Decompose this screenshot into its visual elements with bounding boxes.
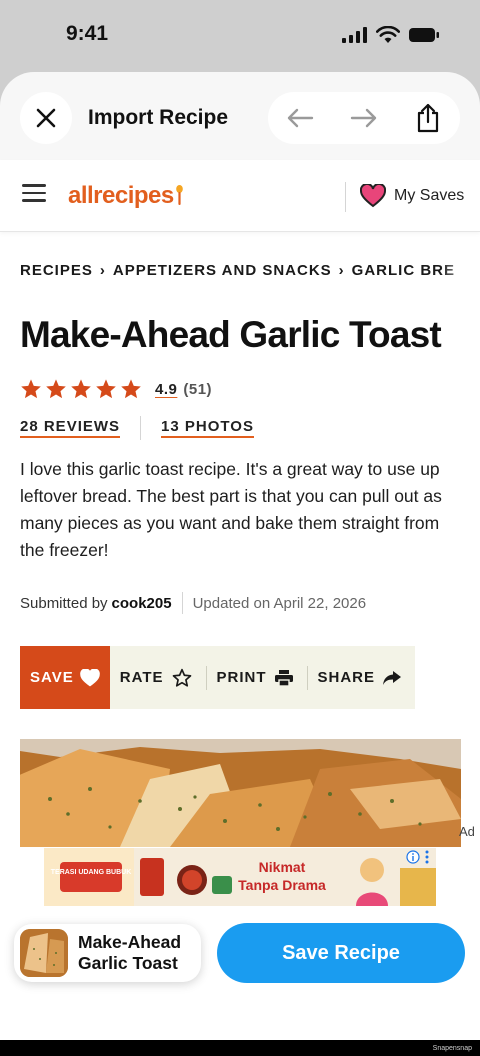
recipe-preview-card[interactable]: Make-Ahead Garlic Toast (14, 924, 201, 982)
browser-chrome: Import Recipe (0, 72, 480, 160)
page-title: Make-Ahead Garlic Toast (20, 314, 442, 355)
ad-text-line2: Tanpa Drama (238, 877, 326, 893)
logo-text: allrecipes (68, 182, 174, 209)
spoon-icon (175, 185, 183, 205)
recipe-photo[interactable] (20, 739, 461, 847)
submitted-info: Submitted by cook205 Updated on April 22… (20, 592, 366, 614)
status-icons (342, 26, 440, 44)
reviews-link[interactable]: 28 REVIEWS (20, 418, 121, 438)
breadcrumb: RECIPES › APPETIZERS AND SNACKS › GARLIC BRE (20, 262, 480, 284)
recipe-thumbnail (20, 929, 68, 977)
star-icon (21, 379, 41, 399)
submitted-prefix: Submitted by (20, 594, 108, 612)
rating-value[interactable]: 4.9 (155, 381, 177, 398)
share-label: SHARE (317, 669, 375, 686)
close-button[interactable] (20, 92, 72, 144)
printer-icon (274, 669, 293, 686)
print-label: PRINT (216, 669, 267, 686)
browser-title: Import Recipe (88, 106, 229, 129)
ad-product-text: TERASI UDANG BUBUK (51, 869, 132, 876)
action-bar: SAVE RATE PRINT SHARE (20, 646, 415, 709)
star-icon (121, 379, 141, 399)
print-button[interactable]: PRINT (207, 646, 307, 709)
card-title: Make-Ahead Garlic Toast (78, 932, 181, 974)
breadcrumb-fade (440, 262, 480, 284)
submitted-divider (181, 592, 183, 614)
review-photo-links: 28 REVIEWS 13 PHOTOS (20, 416, 254, 440)
watermark: Snapensnap (432, 1045, 472, 1052)
save-label: SAVE (30, 669, 74, 686)
close-icon (36, 108, 56, 128)
share-action-button[interactable]: SHARE (307, 646, 415, 709)
ad-banner[interactable]: TERASI UDANG BUBUK Nikmat Tanpa Drama (44, 848, 436, 906)
status-bar: 9:41 (0, 0, 480, 72)
rating-count: (51) (183, 380, 213, 398)
site-logo[interactable]: allrecipes (68, 182, 183, 210)
updated-date: Updated on April 22, 2026 (192, 594, 367, 612)
info-icon (406, 850, 420, 864)
ad-text-line1: Nikmat (259, 859, 306, 875)
back-arrow-icon (287, 108, 314, 128)
header-divider (345, 182, 346, 212)
save-recipe-button[interactable]: Save Recipe (217, 923, 465, 983)
chevron-right-icon: › (99, 262, 106, 279)
more-vertical-icon (425, 850, 429, 864)
heart-icon (360, 184, 386, 208)
garlic-toast-image (20, 739, 461, 847)
heart-outline-icon (79, 668, 100, 686)
star-icon (46, 379, 66, 399)
footer-bar (0, 1040, 480, 1056)
star-outline-icon (172, 668, 191, 687)
battery-icon (409, 28, 439, 42)
links-divider (140, 416, 142, 440)
rate-label: RATE (119, 669, 164, 686)
star-icon (71, 379, 91, 399)
my-saves-button[interactable]: My Saves (360, 184, 464, 208)
site-header: allrecipes My Saves (0, 160, 480, 232)
breadcrumb-item-recipes[interactable]: RECIPES (20, 262, 93, 279)
my-saves-label: My Saves (394, 187, 465, 204)
thumbnail-image (20, 929, 68, 977)
breadcrumb-item-appetizers[interactable]: APPETIZERS AND SNACKS (113, 262, 332, 279)
author-name[interactable]: cook205 (112, 595, 172, 612)
forward-arrow-icon (350, 108, 377, 128)
browser-nav-pill (268, 92, 460, 144)
chevron-right-icon: › (338, 262, 345, 279)
signal-icon (342, 27, 367, 43)
ad-info-controls[interactable] (406, 850, 430, 864)
star-icon (96, 379, 116, 399)
save-button[interactable]: SAVE (20, 646, 110, 709)
photos-link[interactable]: 13 PHOTOS (161, 418, 254, 438)
forward-button[interactable] (341, 95, 387, 141)
wifi-icon (376, 26, 400, 43)
hamburger-menu-icon[interactable] (22, 184, 46, 204)
back-button[interactable] (277, 95, 323, 141)
card-title-line1: Make-Ahead (78, 932, 182, 952)
ad-label: Ad (459, 824, 475, 839)
ad-banner-image: TERASI UDANG BUBUK Nikmat Tanpa Drama (44, 848, 436, 906)
rate-button[interactable]: RATE (110, 646, 206, 709)
share-arrow-icon (383, 670, 401, 685)
recipe-description: I love this garlic toast recipe. It's a … (20, 459, 442, 560)
share-icon (417, 103, 439, 133)
share-button[interactable] (405, 95, 451, 141)
rating-row: 4.9 (51) (20, 378, 212, 400)
status-time: 9:41 (66, 22, 109, 45)
card-title-line2: Garlic Toast (78, 953, 178, 973)
